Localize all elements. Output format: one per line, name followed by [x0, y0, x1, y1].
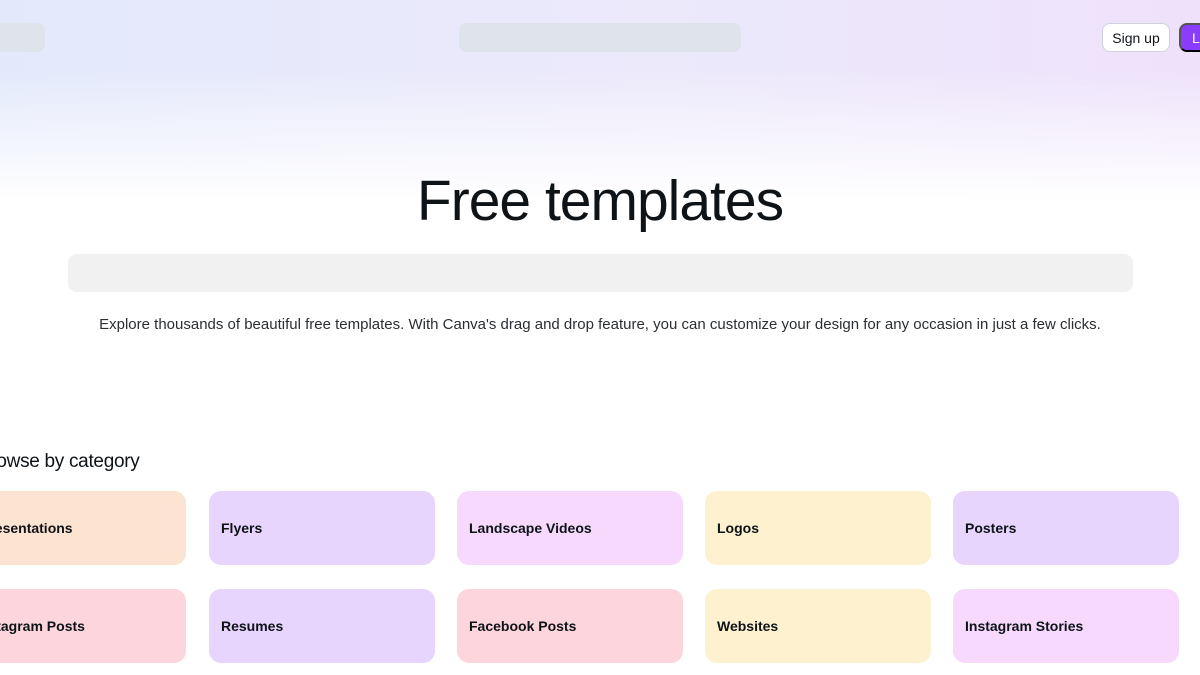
category-card-flyers[interactable]: Flyers — [209, 491, 435, 565]
logo-placeholder[interactable] — [0, 23, 45, 52]
hero-description: Explore thousands of beautiful free temp… — [99, 316, 1101, 333]
category-card-websites[interactable]: Websites — [705, 589, 931, 663]
category-card-label: Websites — [717, 618, 779, 634]
category-card-resumes[interactable]: Resumes — [209, 589, 435, 663]
category-card-label: Instagram Posts — [0, 618, 85, 634]
category-card-posters[interactable]: Posters — [953, 491, 1179, 565]
search-bar[interactable] — [68, 254, 1133, 292]
category-card-label: Instagram Stories — [965, 618, 1084, 634]
category-card-label: Flyers — [221, 520, 263, 536]
category-card-logos[interactable]: Logos — [705, 491, 931, 565]
section-heading: Browse by category — [0, 451, 140, 472]
sign-up-button[interactable]: Sign up — [1102, 23, 1170, 52]
category-card-facebook-posts[interactable]: Facebook Posts — [457, 589, 683, 663]
log-in-button[interactable]: Log in — [1179, 23, 1200, 52]
category-card-label: Posters — [965, 520, 1017, 536]
category-card-label: Facebook Posts — [469, 618, 577, 634]
category-card-label: Resumes — [221, 618, 284, 634]
category-card-instagram-stories[interactable]: Instagram Stories — [953, 589, 1179, 663]
nav-menu-placeholder[interactable] — [459, 23, 741, 52]
page-title: Free templates — [416, 169, 784, 233]
category-card-label: Logos — [717, 520, 759, 536]
category-card-label: Landscape Videos — [469, 520, 592, 536]
category-card-label: Presentations — [0, 520, 73, 536]
category-card-presentations[interactable]: Presentations — [0, 491, 186, 565]
category-card-instagram-posts[interactable]: Instagram Posts — [0, 589, 186, 663]
category-card-landscape-videos[interactable]: Landscape Videos — [457, 491, 683, 565]
